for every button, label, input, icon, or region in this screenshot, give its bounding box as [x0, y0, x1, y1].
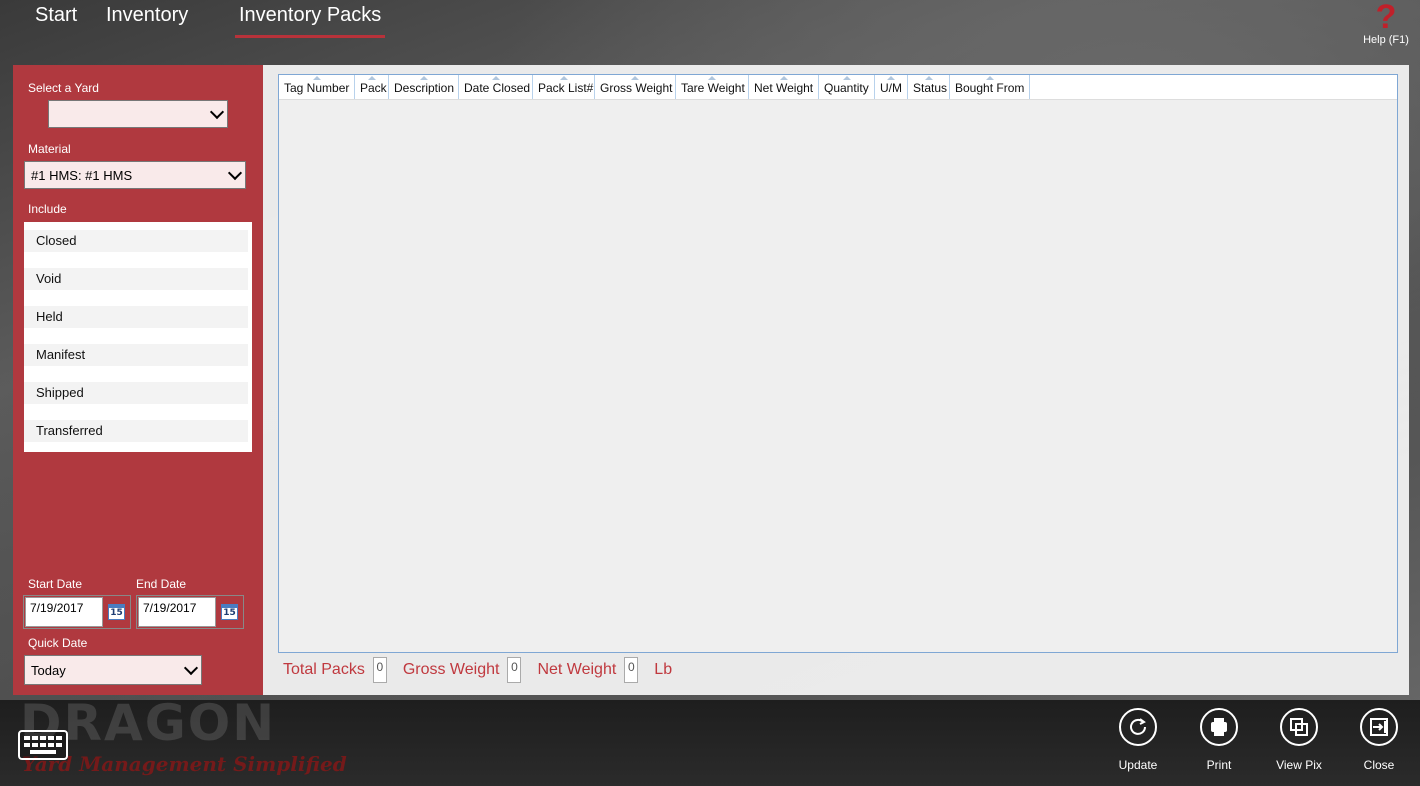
chevron-down-icon	[183, 660, 199, 676]
col-tag-number[interactable]: Tag Number	[279, 75, 355, 99]
close-button[interactable]: Close	[1347, 708, 1411, 772]
col-status[interactable]: Status	[908, 75, 950, 99]
include-item-held[interactable]: Held	[24, 306, 248, 328]
calendar-icon[interactable]: 15	[221, 604, 238, 620]
printer-icon	[1200, 708, 1238, 746]
close-label: Close	[1363, 758, 1395, 772]
total-packs-label: Total Packs	[283, 661, 365, 678]
unit-label: Lb	[654, 661, 673, 678]
calendar-icon[interactable]: 15	[108, 604, 125, 620]
packs-grid[interactable]: Tag Number Pack Description Date Closed …	[278, 74, 1398, 653]
help-button[interactable]: ? Help (F1)	[1356, 0, 1416, 46]
net-weight-value: 0	[624, 657, 639, 683]
help-icon: ?	[1375, 0, 1397, 36]
include-item-transferred[interactable]: Transferred	[24, 420, 248, 442]
brand-tagline: Yard Management Simplified	[22, 752, 347, 776]
end-date-picker: 7/19/2017 15	[136, 595, 244, 629]
col-description[interactable]: Description	[389, 75, 459, 99]
material-select[interactable]: #1 HMS: #1 HMS	[24, 161, 246, 189]
filter-panel: Select a Yard Material #1 HMS: #1 HMS In…	[13, 65, 263, 695]
end-date-label: End Date	[136, 577, 187, 591]
quick-date-label: Quick Date	[28, 636, 88, 650]
chevron-down-icon	[209, 104, 225, 120]
start-date-label: Start Date	[28, 577, 83, 591]
include-item-shipped[interactable]: Shipped	[24, 382, 248, 404]
start-date-picker: 7/19/2017 15	[23, 595, 131, 629]
print-button[interactable]: Print	[1187, 708, 1251, 772]
view-pix-button[interactable]: View Pix	[1267, 708, 1331, 772]
update-button[interactable]: Update	[1106, 708, 1170, 772]
start-date-input[interactable]: 7/19/2017	[25, 597, 103, 627]
yard-select[interactable]	[48, 100, 228, 128]
net-weight-label: Net Weight	[537, 661, 617, 678]
col-um[interactable]: U/M	[875, 75, 908, 99]
include-item-manifest[interactable]: Manifest	[24, 344, 248, 366]
keyboard-icon[interactable]	[18, 730, 68, 760]
include-item-closed[interactable]: Closed	[24, 230, 248, 252]
material-select-value: #1 HMS: #1 HMS	[31, 167, 133, 183]
total-packs-value: 0	[372, 657, 387, 683]
col-tare-weight[interactable]: Tare Weight	[676, 75, 749, 99]
copy-icon	[1280, 708, 1318, 746]
view-pix-label: View Pix	[1276, 758, 1322, 772]
col-pack[interactable]: Pack	[355, 75, 389, 99]
col-gross-weight[interactable]: Gross Weight	[595, 75, 676, 99]
end-date-input[interactable]: 7/19/2017	[138, 597, 216, 627]
exit-icon	[1360, 708, 1398, 746]
col-bought-from[interactable]: Bought From	[950, 75, 1030, 99]
grid-header: Tag Number Pack Description Date Closed …	[279, 75, 1397, 100]
include-list: Closed Void Held Manifest Shipped Transf…	[24, 222, 252, 452]
quick-date-value: Today	[31, 662, 66, 678]
material-label: Material	[28, 142, 71, 156]
nav-inventory-packs[interactable]: Inventory Packs	[235, 2, 386, 38]
gross-weight-label: Gross Weight	[402, 661, 500, 678]
quick-date-select[interactable]: Today	[24, 655, 202, 685]
help-label: Help (F1)	[1363, 34, 1409, 46]
col-net-weight[interactable]: Net Weight	[749, 75, 819, 99]
col-date-closed[interactable]: Date Closed	[459, 75, 533, 99]
include-item-void[interactable]: Void	[24, 268, 248, 290]
col-pack-list[interactable]: Pack List#	[533, 75, 595, 99]
include-label: Include	[28, 202, 67, 216]
totals-bar: Total Packs 0 Gross Weight 0 Net Weight …	[283, 656, 672, 684]
nav-start[interactable]: Start	[31, 2, 81, 35]
yard-label: Select a Yard	[28, 81, 99, 95]
nav-inventory[interactable]: Inventory	[102, 2, 192, 35]
update-label: Update	[1118, 758, 1158, 772]
refresh-icon	[1119, 708, 1157, 746]
top-nav: Start Inventory Inventory Packs ? Help (…	[0, 0, 1420, 60]
chevron-down-icon	[227, 165, 243, 181]
print-label: Print	[1206, 758, 1232, 772]
gross-weight-value: 0	[507, 657, 522, 683]
col-quantity[interactable]: Quantity	[819, 75, 875, 99]
